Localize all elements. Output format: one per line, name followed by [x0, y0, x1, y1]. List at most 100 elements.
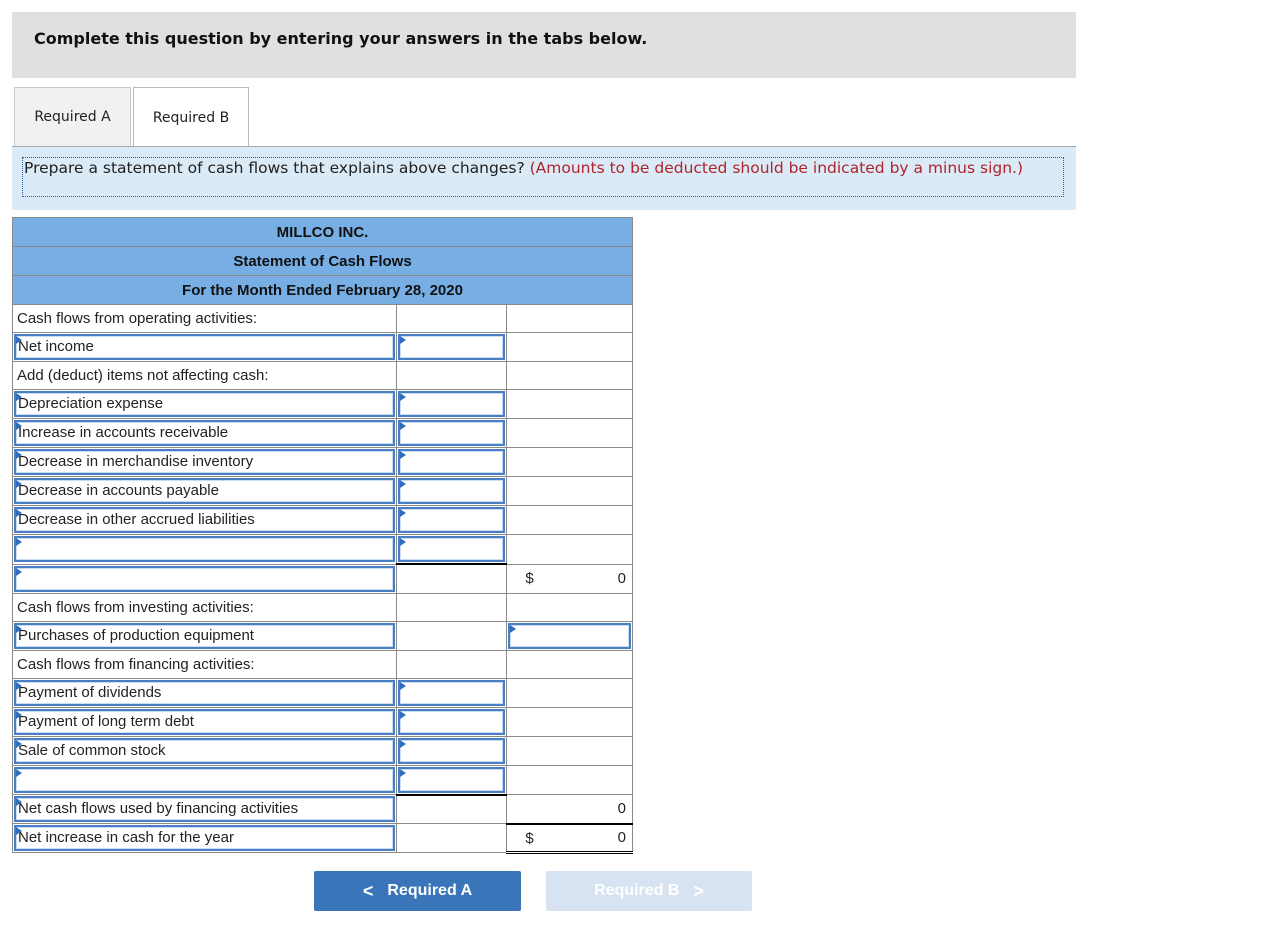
dropdown-marker-icon [16, 798, 22, 806]
dropdown-marker-icon [399, 538, 406, 546]
table-row: Payment of long term debt [12, 706, 633, 737]
dropdown-marker-icon [16, 827, 22, 835]
operating-total-value: $0 [506, 563, 633, 594]
table-row: Cash flows from financing activities: [12, 649, 633, 679]
purchases-equipment-label-input[interactable]: Purchases of production equipment [14, 622, 395, 649]
dropdown-marker-icon [16, 768, 22, 777]
question-prompt: Prepare a statement of cash flows that e… [12, 147, 1076, 210]
accounts-payable-label-input[interactable]: Decrease in accounts payable [14, 478, 395, 504]
blank-operating-amount-input[interactable] [397, 536, 506, 562]
dropdown-marker-icon [16, 710, 22, 719]
financing-total-value: 0 [506, 794, 633, 824]
accrued-liabilities-amount-input[interactable] [397, 507, 506, 533]
table-row [12, 534, 633, 565]
table-row: Decrease in other accrued liabilities [12, 505, 633, 535]
net-income-label-input[interactable]: Net income [14, 334, 395, 360]
table-row: Purchases of production equipment [12, 620, 633, 651]
dropdown-marker-icon [399, 710, 406, 719]
dropdown-marker-icon [399, 681, 406, 690]
operating-total-label-input[interactable] [14, 565, 395, 592]
table-row: Increase in accounts receivable [12, 418, 633, 448]
merchandise-inventory-amount-input[interactable] [397, 449, 506, 475]
long-term-debt-label-input[interactable]: Payment of long term debt [14, 708, 395, 735]
table-row: Cash flows from investing activities: [12, 592, 633, 622]
net-increase-value: $0 [506, 822, 633, 854]
dropdown-marker-icon [16, 624, 22, 633]
dropdown-marker-icon [399, 336, 406, 344]
dividends-amount-input[interactable] [397, 679, 506, 706]
dropdown-marker-icon [16, 567, 22, 576]
blank-financing-amount-input[interactable] [397, 766, 506, 793]
statement-period: For the Month Ended February 28, 2020 [12, 275, 633, 305]
financing-header: Cash flows from financing activities: [12, 649, 397, 679]
investing-header: Cash flows from investing activities: [12, 592, 397, 622]
dropdown-marker-icon [16, 538, 22, 547]
dropdown-marker-icon [16, 509, 22, 517]
table-row: Depreciation expense [12, 389, 633, 419]
accounts-receivable-amount-input[interactable] [397, 420, 506, 446]
blank-operating-label-input[interactable] [14, 536, 395, 563]
financing-total-label-input[interactable]: Net cash flows used by financing activit… [14, 796, 395, 822]
prev-button-label: Required A [387, 882, 473, 899]
next-required-b-button[interactable]: Required B > [546, 871, 752, 911]
dropdown-marker-icon [399, 480, 406, 488]
prompt-note: (Amounts to be deducted should be indica… [529, 159, 1024, 177]
company-name: MILLCO INC. [12, 217, 633, 247]
purchases-equipment-amount-input[interactable] [508, 622, 631, 649]
common-stock-label-input[interactable]: Sale of common stock [14, 737, 395, 764]
depreciation-label-input[interactable]: Depreciation expense [14, 391, 395, 417]
dividends-label-input[interactable]: Payment of dividends [14, 679, 395, 706]
table-row [12, 764, 633, 795]
prompt-box: Prepare a statement of cash flows that e… [22, 157, 1064, 197]
depreciation-amount-input[interactable] [397, 391, 506, 417]
table-row: Decrease in merchandise inventory [12, 447, 633, 477]
adjustments-header: Add (deduct) items not affecting cash: [12, 361, 397, 390]
dropdown-marker-icon [510, 624, 517, 633]
dropdown-marker-icon [16, 422, 22, 430]
instruction-text: Complete this question by entering your … [34, 29, 648, 48]
tab-required-b[interactable]: Required B [133, 87, 249, 147]
tab-required-a[interactable]: Required A [14, 87, 131, 146]
table-row: Decrease in accounts payable [12, 476, 633, 506]
dropdown-marker-icon [399, 739, 406, 748]
dropdown-marker-icon [399, 422, 406, 430]
common-stock-amount-input[interactable] [397, 737, 506, 764]
prev-required-a-button[interactable]: < Required A [314, 871, 521, 911]
dropdown-marker-icon [399, 768, 406, 777]
operating-header: Cash flows from operating activities: [12, 304, 397, 333]
prompt-text: Prepare a statement of cash flows that e… [24, 159, 525, 177]
dropdown-marker-icon [399, 451, 406, 459]
chevron-right-icon: > [693, 880, 704, 901]
table-row: Cash flows from operating activities: [12, 304, 633, 333]
table-row: Net cash flows used by financing activit… [12, 793, 633, 824]
dropdown-marker-icon [16, 739, 22, 748]
accounts-payable-amount-input[interactable] [397, 478, 506, 504]
dropdown-marker-icon [399, 509, 406, 517]
dropdown-marker-icon [16, 480, 22, 488]
accrued-liabilities-label-input[interactable]: Decrease in other accrued liabilities [14, 507, 395, 533]
long-term-debt-amount-input[interactable] [397, 708, 506, 735]
instruction-bar: Complete this question by entering your … [12, 12, 1076, 78]
dropdown-marker-icon [16, 393, 22, 401]
net-increase-label-input[interactable]: Net increase in cash for the year [14, 825, 395, 851]
accounts-receivable-label-input[interactable]: Increase in accounts receivable [14, 420, 395, 446]
dropdown-marker-icon [16, 451, 22, 459]
table-row: Net increase in cash for the year $0 [12, 822, 633, 854]
statement-title: Statement of Cash Flows [12, 246, 633, 276]
table-row: Payment of dividends [12, 677, 633, 708]
currency-symbol: $ [525, 569, 534, 587]
chevron-left-icon: < [362, 880, 374, 901]
tab-label: Required A [34, 109, 111, 125]
blank-financing-label-input[interactable] [14, 766, 395, 793]
net-income-amount-input[interactable] [397, 334, 506, 360]
next-button-label: Required B [594, 882, 680, 899]
dropdown-marker-icon [399, 393, 406, 401]
currency-symbol: $ [525, 829, 534, 847]
table-row: Net income [12, 332, 633, 362]
dropdown-marker-icon [16, 336, 22, 344]
table-row: Add (deduct) items not affecting cash: [12, 361, 633, 390]
table-row: Sale of common stock [12, 735, 633, 766]
merchandise-inventory-label-input[interactable]: Decrease in merchandise inventory [14, 449, 395, 475]
table-row: $0 [12, 563, 633, 594]
tab-label: Required B [152, 109, 230, 126]
